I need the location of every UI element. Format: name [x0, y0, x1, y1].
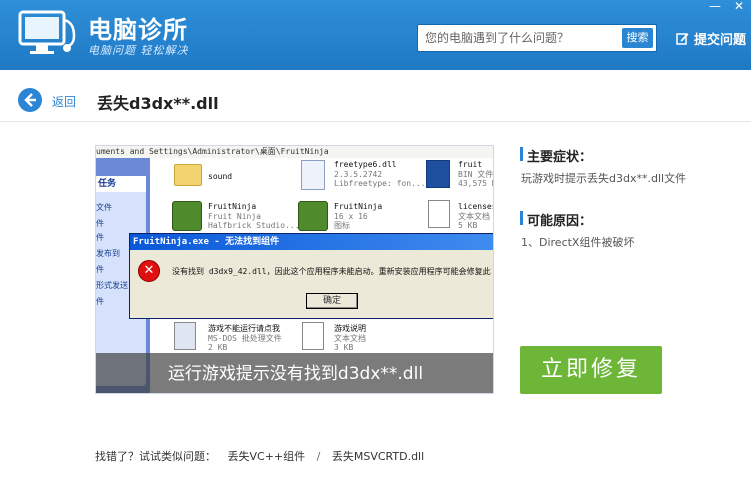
folder-icon — [174, 164, 202, 186]
file-name: licenses — [458, 202, 494, 211]
brand-subtitle: 电脑问题 轻松解决 — [88, 44, 189, 57]
causes-heading: 可能原因： — [527, 214, 593, 229]
game-icon-file-icon — [298, 201, 328, 231]
window-controls: — ✕ — [703, 0, 751, 14]
file-name: freetype6.dll — [334, 160, 397, 169]
batch-file-icon — [174, 322, 196, 350]
error-dialog: FruitNinja.exe - 无法找到组件 ✕ 没有找到 d3dx9_42.… — [129, 233, 493, 319]
task-item: 发布到 — [96, 249, 120, 258]
file-details: BIN 文件 43,575 K — [458, 170, 494, 188]
monitor-stethoscope-icon — [18, 10, 76, 54]
similar-link-msvcrtd[interactable]: 丢失MSVCRTD.dll — [332, 450, 424, 463]
file-name: 游戏不能运行请点我 — [208, 324, 280, 333]
text-file-icon — [428, 200, 450, 228]
symptoms-heading: 主要症状： — [527, 150, 593, 165]
brand-title: 电脑诊所 — [88, 16, 188, 44]
text-file-icon — [302, 322, 324, 350]
task-item: 件 — [96, 219, 104, 228]
file-details: Fruit Ninja Halfbrick Studio... — [208, 212, 300, 230]
file-details: 文本文档 5 KB — [458, 212, 490, 230]
causes-accent-bar — [520, 211, 523, 225]
file-details: 文本文档 3 KB — [334, 334, 366, 352]
bin-file-icon — [426, 160, 450, 188]
file-name: fruit — [458, 160, 483, 169]
game-exe-icon — [172, 201, 202, 231]
link-separator: / — [316, 450, 321, 463]
symptoms-accent-bar — [520, 147, 523, 161]
dialog-message: 没有找到 d3dx9_42.dll，因此这个应用程序未能启动。重新安装应用程序可… — [172, 267, 491, 276]
fix-now-button[interactable]: 立即修复 — [520, 346, 662, 394]
task-panel-heading: 任务 — [96, 176, 146, 192]
app-header: — ✕ 电脑诊所 电脑问题 轻松解决 搜索 提交问题 — [0, 0, 751, 70]
screenshot-caption: 运行游戏提示没有找到d3dx**.dll — [96, 353, 493, 393]
task-item: 形式发送 — [96, 281, 128, 290]
submit-question-button[interactable]: 提交问题 — [676, 28, 746, 48]
back-link[interactable]: 返回 — [52, 93, 76, 110]
dialog-title: FruitNinja.exe - 无法找到组件 — [130, 234, 493, 250]
file-name: 游戏说明 — [334, 324, 366, 333]
dialog-ok-button: 确定 — [306, 293, 358, 309]
search-input[interactable] — [418, 25, 622, 51]
file-details: 2.3.5.2742 Libfreetype: fon... — [334, 170, 426, 188]
task-item: 文件 — [96, 203, 112, 212]
back-button[interactable] — [18, 88, 42, 112]
file-details: MS-DOS 批处理文件 2 KB — [208, 334, 282, 352]
search-box: 搜索 — [417, 24, 657, 52]
arrow-left-icon — [24, 93, 36, 107]
minimize-button[interactable]: — — [703, 0, 727, 14]
error-icon: ✕ — [138, 260, 160, 282]
file-details: 16 x 16 图标 — [334, 212, 368, 230]
problem-screenshot: uments and Settings\Administrator\桌面\Fru… — [95, 145, 494, 394]
edit-icon — [676, 32, 689, 45]
header-divider — [0, 121, 751, 122]
file-name: FruitNinja — [208, 202, 257, 211]
task-item: 件 — [96, 265, 104, 274]
dll-file-icon — [301, 160, 325, 190]
task-item: 件 — [96, 297, 104, 306]
file-name: FruitNinja — [334, 202, 383, 211]
task-item: 件 — [96, 233, 104, 242]
causes-text: 1、DirectX组件被破坏 — [521, 236, 635, 249]
search-button[interactable]: 搜索 — [622, 28, 653, 48]
similar-link-vc[interactable]: 丢失VC++组件 — [228, 450, 306, 463]
close-button[interactable]: ✕ — [727, 0, 751, 14]
similar-questions-prompt: 找错了？试试类似问题： — [95, 450, 216, 463]
page-title: 丢失d3dx**.dll — [97, 94, 219, 113]
file-name: sound — [208, 172, 233, 181]
similar-questions: 找错了？试试类似问题： 丢失VC++组件 / 丢失MSVCRTD.dll — [95, 448, 424, 464]
symptoms-text: 玩游戏时提示丢失d3dx**.dll文件 — [521, 172, 687, 185]
explorer-path: uments and Settings\Administrator\桌面\Fru… — [96, 146, 493, 158]
submit-question-label: 提交问题 — [694, 32, 747, 48]
